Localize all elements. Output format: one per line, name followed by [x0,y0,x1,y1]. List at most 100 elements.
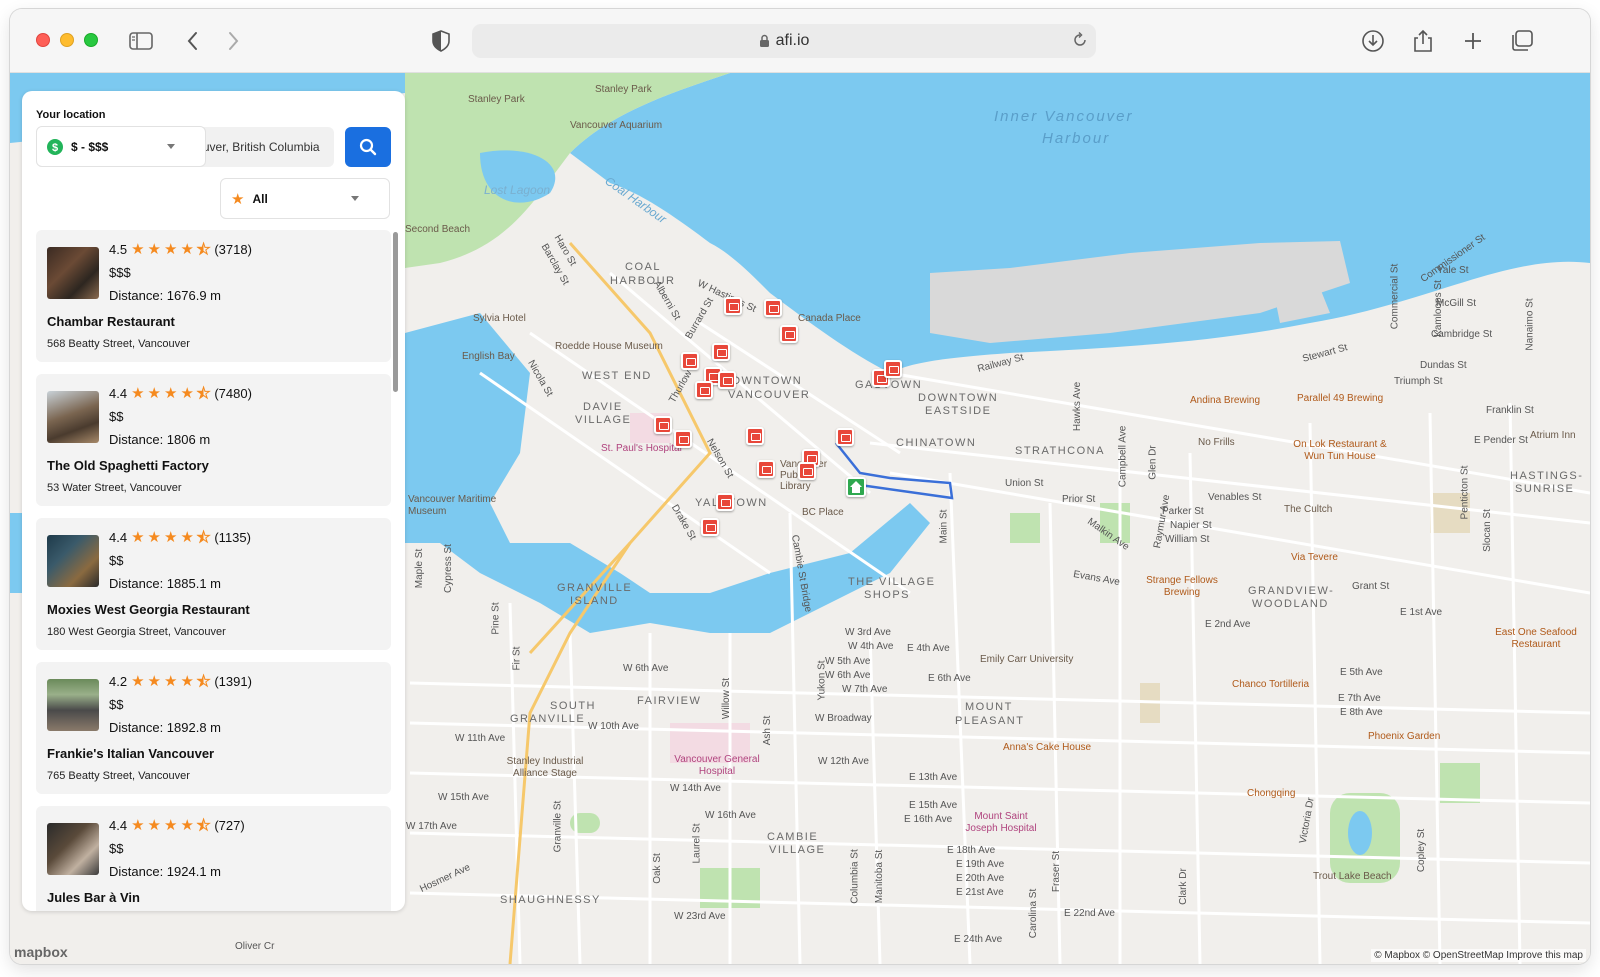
restaurant-photo [47,823,99,875]
search-panel: Your location $ $ - $$$ ★ All 4.5★★★★★(3… [22,91,405,911]
street-label: W Broadway [815,713,872,724]
star-full-icon: ★ [164,530,177,545]
restaurant-pin[interactable] [695,381,713,399]
star-full-icon: ★ [131,674,144,689]
browser-toolbar: afi.io [10,9,1590,73]
street-label: Triumph St [1394,376,1443,387]
restaurant-card[interactable]: 4.4★★★★★(1135) $$ Distance: 1885.1 m Mox… [36,518,391,650]
restaurant-name[interactable]: Moxies West Georgia Restaurant [47,602,250,617]
street-label: Cypress St [443,544,454,593]
poi-label: No Frills [1198,437,1235,448]
restaurant-pin[interactable] [716,493,734,511]
price-level: $$ [109,553,123,568]
restaurant-name[interactable]: The Old Spaghetti Factory [47,458,209,473]
street-label: W 16th Ave [705,810,756,821]
tabs-icon[interactable] [1509,28,1535,54]
minimize-window-button[interactable] [60,33,74,47]
restaurant-photo [47,247,99,299]
restaurant-card[interactable]: 4.2★★★★★(1391) $$ Distance: 1892.8 m Fra… [36,662,391,794]
forward-icon[interactable] [220,28,246,54]
search-button[interactable] [345,127,391,167]
poi-label: Chanco Tortilleria [1232,679,1309,690]
distance: Distance: 1806 m [109,432,210,447]
chevron-down-icon [167,144,175,149]
review-count: (1391) [214,674,252,689]
restaurant-card[interactable]: 4.5★★★★★(3718) $$$ Distance: 1676.9 m Ch… [36,230,391,362]
restaurant-pin[interactable] [746,427,764,445]
restaurant-list[interactable]: 4.5★★★★★(3718) $$$ Distance: 1676.9 m Ch… [36,230,391,911]
restaurant-pin[interactable] [712,343,730,361]
mapbox-logo[interactable]: mapbox [14,944,68,960]
street-label: W 14th Ave [670,783,721,794]
poi-label: Via Tevere [1291,552,1338,563]
street-label: Napier St [1170,520,1212,531]
restaurant-pin[interactable] [674,430,692,448]
price-filter-select[interactable]: $ $ - $$$ [36,126,206,167]
review-count: (727) [214,818,244,833]
price-level: $$ [109,841,123,856]
poi-label: Andina Brewing [1190,395,1260,406]
home-location-marker[interactable] [846,477,866,497]
restaurant-pin[interactable] [780,325,798,343]
restaurant-pin[interactable] [681,352,699,370]
street-label: Willow St [721,678,732,719]
review-count: (3718) [214,242,252,257]
poi-label: Emily Carr University [980,654,1073,665]
poi-label: Second Beach [405,224,470,235]
new-tab-icon[interactable] [1460,28,1486,54]
restaurant-name[interactable]: Chambar Restaurant [47,314,175,329]
distance: Distance: 1676.9 m [109,288,221,303]
list-scrollbar[interactable] [393,232,398,392]
map-attribution[interactable]: © Mapbox © OpenStreetMap Improve this ma… [1371,949,1586,962]
sidebar-icon[interactable] [128,28,154,54]
area-label: PLEASANT [955,715,1024,727]
poi-label: Vancouver Maritime Museum [408,494,498,518]
restaurant-pin[interactable] [884,360,902,378]
poi-label: Parallel 49 Brewing [1297,393,1383,404]
restaurant-pin[interactable] [724,297,742,315]
area-label: FAIRVIEW [637,695,701,707]
star-full-icon: ★ [148,386,161,401]
price-level: $$ [109,409,123,424]
street-label: Yale St [1437,265,1469,276]
poi-label: Anna's Cake House [1003,742,1091,753]
restaurant-pin[interactable] [718,371,736,389]
poi-label: English Bay [462,351,515,362]
restaurant-card[interactable]: 4.4★★★★★(727) $$ Distance: 1924.1 m Jule… [36,806,391,911]
address-bar[interactable]: afi.io [472,24,1096,58]
restaurant-pin[interactable] [757,460,775,478]
restaurant-name[interactable]: Jules Bar à Vin [47,890,140,905]
shield-icon[interactable] [428,28,454,54]
download-icon[interactable] [1360,28,1386,54]
share-icon[interactable] [1410,28,1436,54]
street-label: Nanaimo St [1525,298,1536,350]
url-text: afi.io [776,32,810,50]
zoom-window-button[interactable] [84,33,98,47]
area-label: WOODLAND [1252,598,1329,610]
restaurant-pin[interactable] [764,299,782,317]
review-count: (1135) [214,530,251,545]
restaurant-pin[interactable] [798,462,816,480]
restaurant-card[interactable]: 4.4★★★★★(7480) $$ Distance: 1806 m The O… [36,374,391,506]
street-label: Penticton St [1459,466,1470,520]
restaurant-pin[interactable] [701,518,719,536]
street-label: E 21st Ave [956,887,1004,898]
street-label: E 24th Ave [954,934,1002,945]
svg-text:$: $ [52,142,58,154]
rating-filter-select[interactable]: ★ All [220,178,390,219]
star-rating: ★★★★★ [131,386,213,401]
back-icon[interactable] [180,28,206,54]
street-label: E 4th Ave [907,643,950,654]
street-label: W 10th Ave [588,721,639,732]
restaurant-name[interactable]: Frankie's Italian Vancouver [47,746,214,761]
review-count: (7480) [214,386,252,401]
water-label: Inner Vancouver [994,108,1134,125]
restaurant-pin[interactable] [654,416,672,434]
close-window-button[interactable] [36,33,50,47]
area-label: SHAUGHNESSY [500,894,601,906]
reload-icon[interactable] [1072,32,1088,53]
poi-label: Phoenix Garden [1368,731,1440,742]
poi-label: St. Paul's Hospital [601,443,682,454]
street-label: Slocan St [1482,509,1493,552]
restaurant-pin[interactable] [836,428,854,446]
